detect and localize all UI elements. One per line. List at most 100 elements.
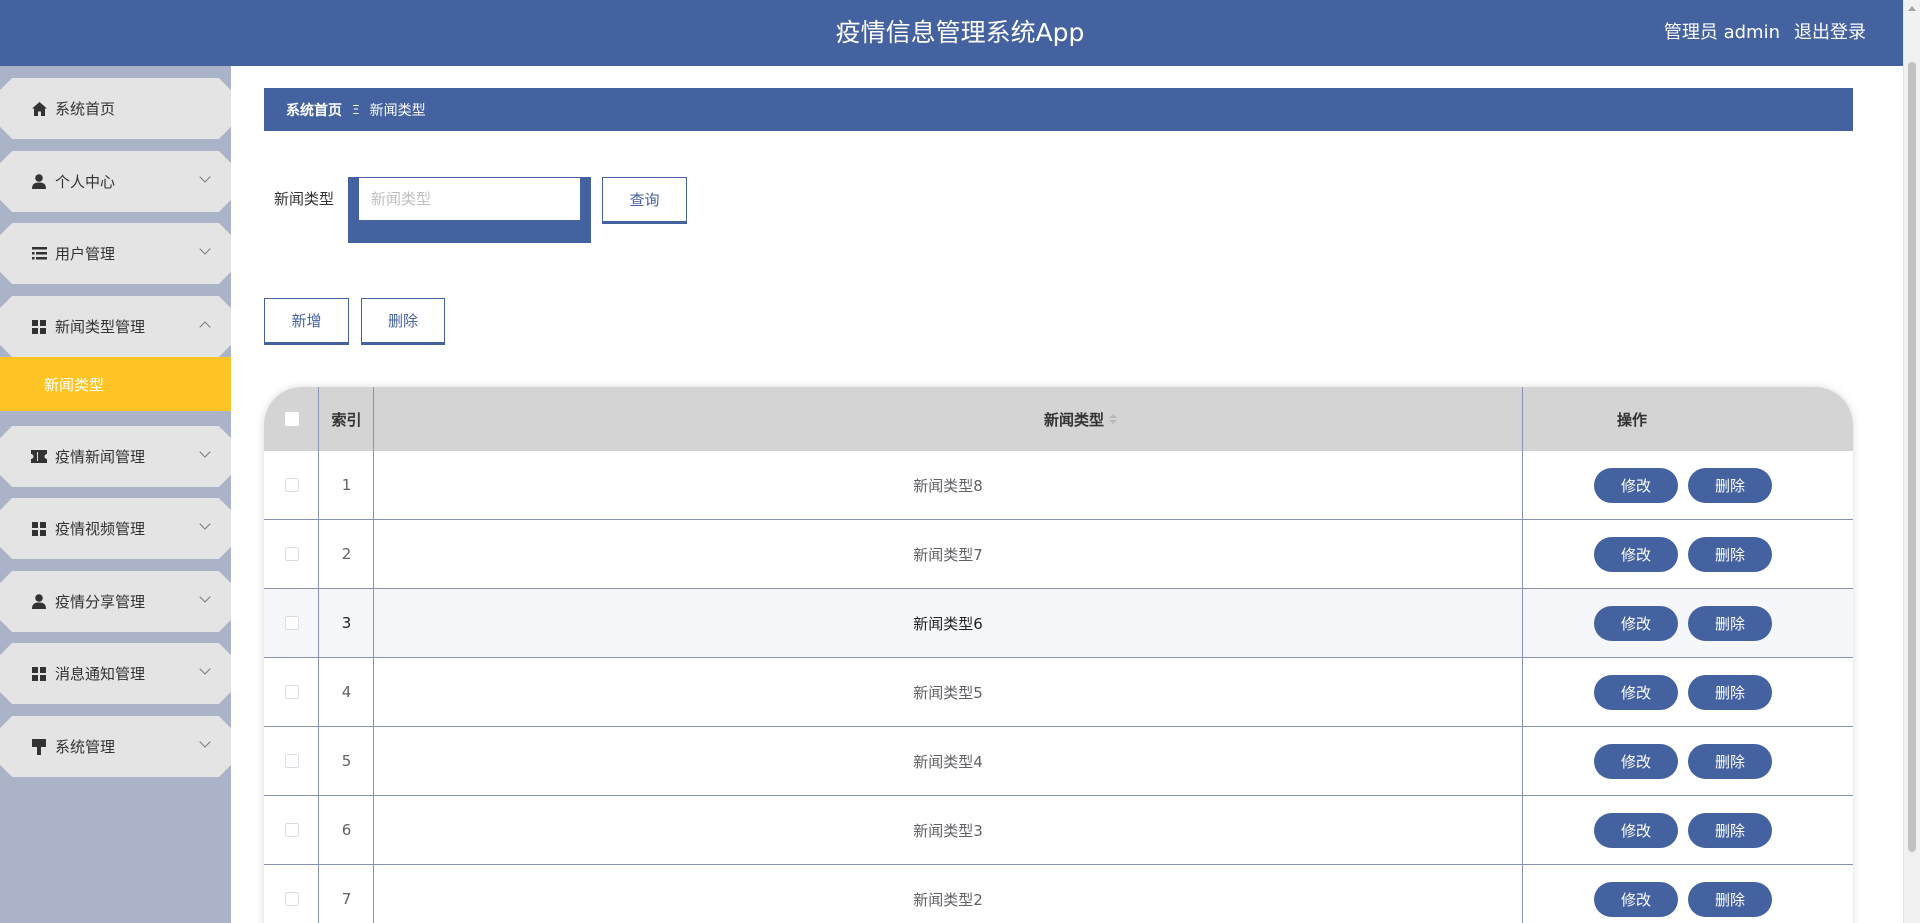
breadcrumb: 系统首页 Ξ 新闻类型 — [264, 88, 1853, 131]
row-index: 5 — [341, 752, 352, 770]
header-select-all — [264, 387, 319, 451]
row-checkbox[interactable] — [284, 616, 299, 630]
sidebar-item-label: 系统管理 — [55, 738, 116, 756]
sidebar-item-user-management[interactable]: 用户管理 — [0, 223, 231, 284]
sidebar-item-label: 疫情分享管理 — [55, 593, 146, 611]
add-button[interactable]: 新增 — [264, 298, 349, 343]
chevron-down-icon — [199, 446, 211, 458]
row-select-cell — [264, 796, 319, 864]
breadcrumb-current: 新闻类型 — [369, 102, 426, 119]
sidebar-item-epidemic-news[interactable]: 疫情新闻管理 — [0, 426, 231, 487]
edit-button[interactable]: 修改 — [1594, 881, 1678, 917]
row-news-type: 新闻类型6 — [913, 614, 983, 633]
row-news-type: 新闻类型5 — [913, 683, 983, 702]
chevron-up-icon — [199, 321, 211, 333]
breadcrumb-home[interactable]: 系统首页 — [286, 100, 342, 120]
edit-button[interactable]: 修改 — [1594, 536, 1678, 572]
header-index: 索引 — [331, 410, 362, 429]
row-news-type: 新闻类型2 — [913, 890, 983, 909]
sidebar: 系统首页 个人中心 用户管理 新闻类型管理 新闻类型 疫情新闻管理 疫情视频管理… — [0, 66, 231, 923]
row-select-cell — [264, 658, 319, 726]
row-checkbox[interactable] — [284, 823, 299, 837]
row-news-type: 新闻类型7 — [913, 545, 983, 564]
table-row[interactable]: 7 新闻类型2 修改 删除 — [264, 865, 1853, 923]
row-index: 1 — [341, 476, 352, 494]
submenu-item-news-type[interactable]: 新闻类型 — [0, 357, 231, 411]
grid-icon — [31, 319, 47, 335]
sidebar-item-label: 系统首页 — [55, 100, 116, 118]
ticket-icon — [31, 449, 47, 465]
news-type-table: 索引 新闻类型 操作 1 新闻类型8 修改 删除 2 新闻类型7 修改 删除 3 新闻类型6 修改删… — [264, 387, 1853, 923]
edit-button[interactable]: 修改 — [1594, 743, 1678, 779]
row-index: 6 — [341, 821, 352, 839]
table-row[interactable]: 2 新闻类型7 修改 删除 — [264, 520, 1853, 589]
edit-button[interactable]: 修改 — [1594, 812, 1678, 848]
chevron-down-icon — [199, 591, 211, 603]
row-operations: 修改 删除 — [1523, 589, 1853, 657]
row-select-cell — [264, 865, 319, 923]
delete-button[interactable]: 删除 — [1688, 467, 1772, 503]
delete-button[interactable]: 删除 — [1688, 536, 1772, 572]
edit-button[interactable]: 修改 — [1594, 605, 1678, 641]
row-select-cell — [264, 520, 319, 588]
edit-button[interactable]: 修改 — [1594, 674, 1678, 710]
row-operations: 修改 删除 — [1523, 451, 1853, 519]
row-index: 2 — [341, 545, 352, 563]
brush-icon — [31, 738, 47, 755]
row-operations: 修改 删除 — [1523, 658, 1853, 726]
logout-link[interactable]: 退出登录 — [1794, 22, 1866, 43]
sidebar-item-home[interactable]: 系统首页 — [0, 78, 231, 139]
chevron-down-icon — [199, 171, 211, 183]
sidebar-item-epidemic-share[interactable]: 疫情分享管理 — [0, 571, 231, 632]
delete-button[interactable]: 删除 — [1688, 812, 1772, 848]
breadcrumb-separator: Ξ — [352, 102, 360, 117]
sidebar-item-news-type-management[interactable]: 新闻类型管理 — [0, 296, 231, 357]
row-checkbox[interactable] — [284, 754, 299, 768]
grid-icon — [31, 666, 47, 682]
table-row[interactable]: 3 新闻类型6 修改 删除 — [264, 589, 1853, 658]
row-select-cell — [264, 589, 319, 657]
table-row[interactable]: 4 新闻类型5 修改 删除 — [264, 658, 1853, 727]
row-checkbox[interactable] — [284, 892, 299, 906]
delete-button[interactable]: 删除 — [1688, 743, 1772, 779]
submenu-item-label: 新闻类型 — [44, 375, 105, 394]
batch-delete-button[interactable]: 删除 — [361, 298, 445, 343]
row-checkbox[interactable] — [284, 685, 299, 699]
sidebar-item-label: 消息通知管理 — [55, 665, 146, 683]
user-area: 管理员 admin 退出登录 — [1650, 0, 1866, 66]
chevron-down-icon — [199, 518, 211, 530]
scrollbar-thumb[interactable] — [1908, 62, 1916, 852]
top-header: 疫情信息管理系统App 管理员 admin 退出登录 — [0, 0, 1920, 66]
row-index: 3 — [341, 614, 352, 632]
row-operations: 修改 删除 — [1523, 520, 1853, 588]
row-news-type: 新闻类型3 — [913, 821, 983, 840]
select-all-checkbox[interactable] — [284, 412, 299, 426]
news-type-search-input[interactable] — [359, 178, 580, 220]
query-button[interactable]: 查询 — [602, 177, 687, 222]
delete-button[interactable]: 删除 — [1688, 605, 1772, 641]
chevron-down-icon — [199, 663, 211, 675]
grid-icon — [31, 521, 47, 537]
table-row[interactable]: 5 新闻类型4 修改 删除 — [264, 727, 1853, 796]
search-box — [348, 177, 591, 243]
row-index: 4 — [341, 683, 352, 701]
row-checkbox[interactable] — [284, 478, 299, 492]
row-operations: 修改 删除 — [1523, 865, 1853, 923]
sidebar-item-message-notification[interactable]: 消息通知管理 — [0, 643, 231, 704]
header-news-type-label: 新闻类型 — [1043, 410, 1104, 429]
row-select-cell — [264, 451, 319, 519]
page-scrollbar[interactable] — [1903, 0, 1920, 923]
list-icon — [31, 246, 47, 262]
table-row[interactable]: 1 新闻类型8 修改 删除 — [264, 451, 1853, 520]
sidebar-item-epidemic-video[interactable]: 疫情视频管理 — [0, 498, 231, 559]
delete-button[interactable]: 删除 — [1688, 881, 1772, 917]
scroll-up-arrow-icon[interactable] — [1908, 6, 1916, 11]
table-row[interactable]: 6 新闻类型3 修改 删除 — [264, 796, 1853, 865]
delete-button[interactable]: 删除 — [1688, 674, 1772, 710]
edit-button[interactable]: 修改 — [1594, 467, 1678, 503]
sort-icon[interactable] — [1109, 414, 1117, 424]
row-checkbox[interactable] — [284, 547, 299, 561]
sidebar-item-system-management[interactable]: 系统管理 — [0, 716, 231, 777]
row-select-cell — [264, 727, 319, 795]
sidebar-item-personal-center[interactable]: 个人中心 — [0, 151, 231, 212]
